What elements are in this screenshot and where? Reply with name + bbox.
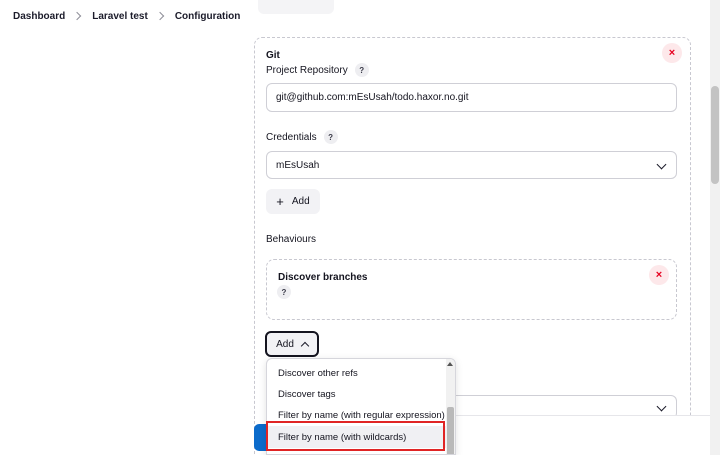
git-section-title: Git: [266, 50, 280, 61]
close-icon: ×: [668, 46, 676, 59]
credentials-selected-value: mEsUsah: [276, 159, 320, 171]
page-scrollbar[interactable]: [710, 0, 720, 455]
page-scrollbar-thumb[interactable]: [711, 86, 719, 184]
discover-branches-card: [266, 259, 677, 320]
help-icon[interactable]: ?: [277, 285, 291, 299]
dropdown-scrollbar-thumb[interactable]: [447, 407, 454, 454]
dropdown-item-discover-other-refs[interactable]: Discover other refs: [267, 363, 447, 384]
breadcrumb-laravel-test[interactable]: Laravel test: [92, 11, 148, 22]
project-repository-label-text: Project Repository: [266, 64, 348, 76]
close-icon: ×: [655, 268, 663, 281]
dropdown-item-filter-by-name-regex[interactable]: Filter by name (with regular expression): [267, 405, 447, 426]
git-remove-button[interactable]: ×: [662, 43, 682, 63]
chevron-down-icon: [656, 401, 667, 412]
breadcrumb-dashboard[interactable]: Dashboard: [13, 11, 65, 22]
breadcrumb-configuration[interactable]: Configuration: [175, 11, 241, 22]
dropdown-scrollbar[interactable]: [446, 359, 455, 454]
credentials-label: Credentials ?: [266, 130, 338, 144]
add-credentials-button[interactable]: + Add: [266, 189, 320, 214]
header-shadow: [258, 0, 334, 14]
behaviours-label: Behaviours: [266, 234, 317, 245]
add-behaviour-button[interactable]: Add: [265, 331, 319, 357]
breadcrumb: Dashboard Laravel test Configuration: [0, 0, 710, 32]
chevron-up-icon: [300, 341, 310, 350]
credentials-select[interactable]: mEsUsah: [266, 151, 677, 179]
project-repository-input[interactable]: [266, 83, 677, 112]
discover-branches-title: Discover branches: [278, 272, 368, 283]
help-icon[interactable]: ?: [354, 63, 369, 77]
dropdown-item-discover-tags[interactable]: Discover tags: [267, 384, 447, 405]
add-behaviour-label: Add: [276, 338, 294, 350]
project-repository-label: Project Repository ?: [266, 63, 369, 77]
help-icon[interactable]: ?: [323, 130, 338, 144]
add-credentials-label: Add: [291, 196, 310, 207]
discover-branches-remove-button[interactable]: ×: [649, 265, 669, 285]
credentials-label-text: Credentials: [266, 131, 317, 143]
plus-icon: +: [276, 194, 284, 209]
chevron-right-icon: [72, 11, 82, 21]
chevron-right-icon: [155, 11, 165, 21]
scroll-up-arrow-icon[interactable]: [447, 362, 453, 366]
add-behaviour-dropdown: Discover other refs Discover tags Filter…: [266, 358, 456, 455]
dropdown-item-filter-by-name-wildcards[interactable]: Filter by name (with wildcards): [267, 426, 447, 448]
chevron-down-icon: [656, 159, 667, 170]
